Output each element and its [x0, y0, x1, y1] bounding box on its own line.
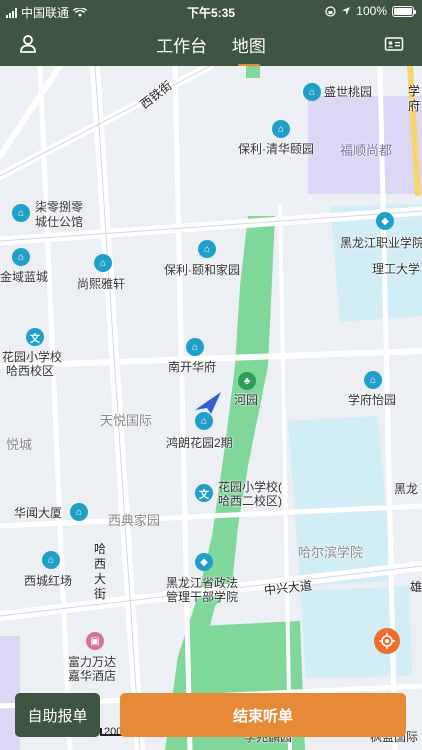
top-navbar: 工作台 地图 — [0, 22, 422, 66]
current-location-arrow-icon — [195, 392, 221, 414]
map-label-poi[interactable]: 保利·颐和家园 — [164, 263, 240, 277]
map-label-poi[interactable]: 尚熙雅轩 — [77, 277, 125, 291]
tab-map[interactable]: 地图 — [232, 32, 266, 63]
map-label-area: 悦城 — [6, 437, 33, 452]
park-pin-icon[interactable]: ♣ — [238, 372, 256, 390]
map-label-poi[interactable]: 嘉华酒店 — [68, 669, 116, 683]
battery-percent: 100% — [356, 4, 387, 18]
map-view[interactable]: 西铁街 ⌂ 盛世桃园 ⌂ 保利·清华颐园 福顺尚都 ⌂ 柒零捌零 城仕公馆 ◆ … — [0, 66, 422, 750]
poi-pin-icon[interactable]: ⌂ — [42, 551, 60, 569]
map-label-poi[interactable]: 河园 — [234, 393, 258, 407]
poi-pin-icon[interactable]: ⌂ — [70, 503, 88, 521]
locate-target-icon — [379, 633, 395, 649]
poi-pin-icon[interactable]: ⌂ — [186, 338, 204, 356]
status-bar: 中国联通 下午5:35 100% — [0, 0, 422, 22]
map-label-poi[interactable]: 鸿朗花园2期 — [166, 436, 233, 450]
locate-button[interactable] — [374, 628, 400, 654]
map-label-poi[interactable]: 盛世桃园 — [324, 85, 372, 99]
poi-pin-icon[interactable]: 文 — [195, 484, 213, 502]
poi-pin-icon[interactable]: ⌂ — [94, 254, 112, 272]
map-label-area: 西典家园 — [108, 513, 161, 528]
poi-pin-icon[interactable]: ◆ — [376, 212, 394, 230]
map-label-area: 哈尔滨学院 — [298, 545, 364, 560]
battery-icon — [392, 5, 416, 17]
poi-pin-icon[interactable]: 文 — [26, 328, 44, 346]
poi-pin-icon[interactable]: ◆ — [195, 553, 213, 571]
map-label-poi[interactable]: 花园小学校 — [2, 350, 62, 364]
poi-pin-icon[interactable]: ⌂ — [198, 240, 216, 258]
map-label-area: 福顺尚都 — [340, 143, 393, 158]
map-label-poi[interactable]: 柒零捌零 — [35, 200, 83, 214]
map-label-road: 哈西大街 — [94, 542, 107, 601]
self-report-button[interactable]: 自助报单 — [15, 693, 100, 737]
map-label-poi[interactable]: 金域蓝城 — [0, 270, 48, 284]
map-label-poi[interactable]: 黑龙江省政法 — [166, 576, 238, 590]
poi-pin-icon[interactable]: ⌂ — [364, 371, 382, 389]
end-listening-button[interactable]: 结束听单 — [120, 693, 406, 737]
poi-pin-icon[interactable]: ⌂ — [195, 412, 213, 430]
map-label-poi[interactable]: 学府怡园 — [348, 393, 396, 407]
poi-pin-icon[interactable]: ⌂ — [303, 83, 321, 101]
map-label-poi[interactable]: 城仕公馆 — [35, 215, 83, 229]
map-label-poi[interactable]: 黑龙 — [394, 482, 418, 496]
id-card-icon[interactable] — [384, 34, 404, 54]
map-label-poi[interactable]: 理工大学 — [372, 262, 420, 276]
map-label-poi[interactable]: 管理干部学院 — [166, 590, 238, 604]
map-label-poi[interactable]: 西城红场 — [24, 574, 72, 588]
map-label-road: 雄 — [410, 580, 422, 594]
poi-pin-icon[interactable]: ⌂ — [12, 248, 30, 266]
map-label-poi[interactable]: 哈西校区 — [6, 364, 54, 378]
poi-pin-icon[interactable]: ⌂ — [272, 120, 290, 138]
hotel-pin-icon[interactable]: ▣ — [86, 632, 104, 650]
map-label-poi[interactable]: 花园小学校( — [218, 480, 282, 494]
map-label-poi[interactable]: 黑龙江职业学院 — [340, 236, 422, 250]
map-label-poi[interactable]: 哈西二校区) — [218, 494, 282, 508]
nav-tabs: 工作台 地图 — [0, 32, 422, 63]
map-label-area: 天悦国际 — [100, 413, 153, 428]
map-label-poi[interactable]: 富力万达 — [68, 655, 116, 669]
poi-pin-icon[interactable]: ⌂ — [12, 204, 30, 222]
tab-workbench[interactable]: 工作台 — [156, 32, 207, 63]
map-label-road: 学府 — [408, 84, 421, 113]
map-label-poi[interactable]: 南开华府 — [168, 360, 216, 374]
map-label-poi[interactable]: 保利·清华颐园 — [238, 142, 314, 156]
map-label-poi[interactable]: 华闻大厦 — [14, 506, 62, 520]
lock-rotation-icon — [325, 5, 336, 17]
location-arrow-icon — [342, 7, 351, 15]
